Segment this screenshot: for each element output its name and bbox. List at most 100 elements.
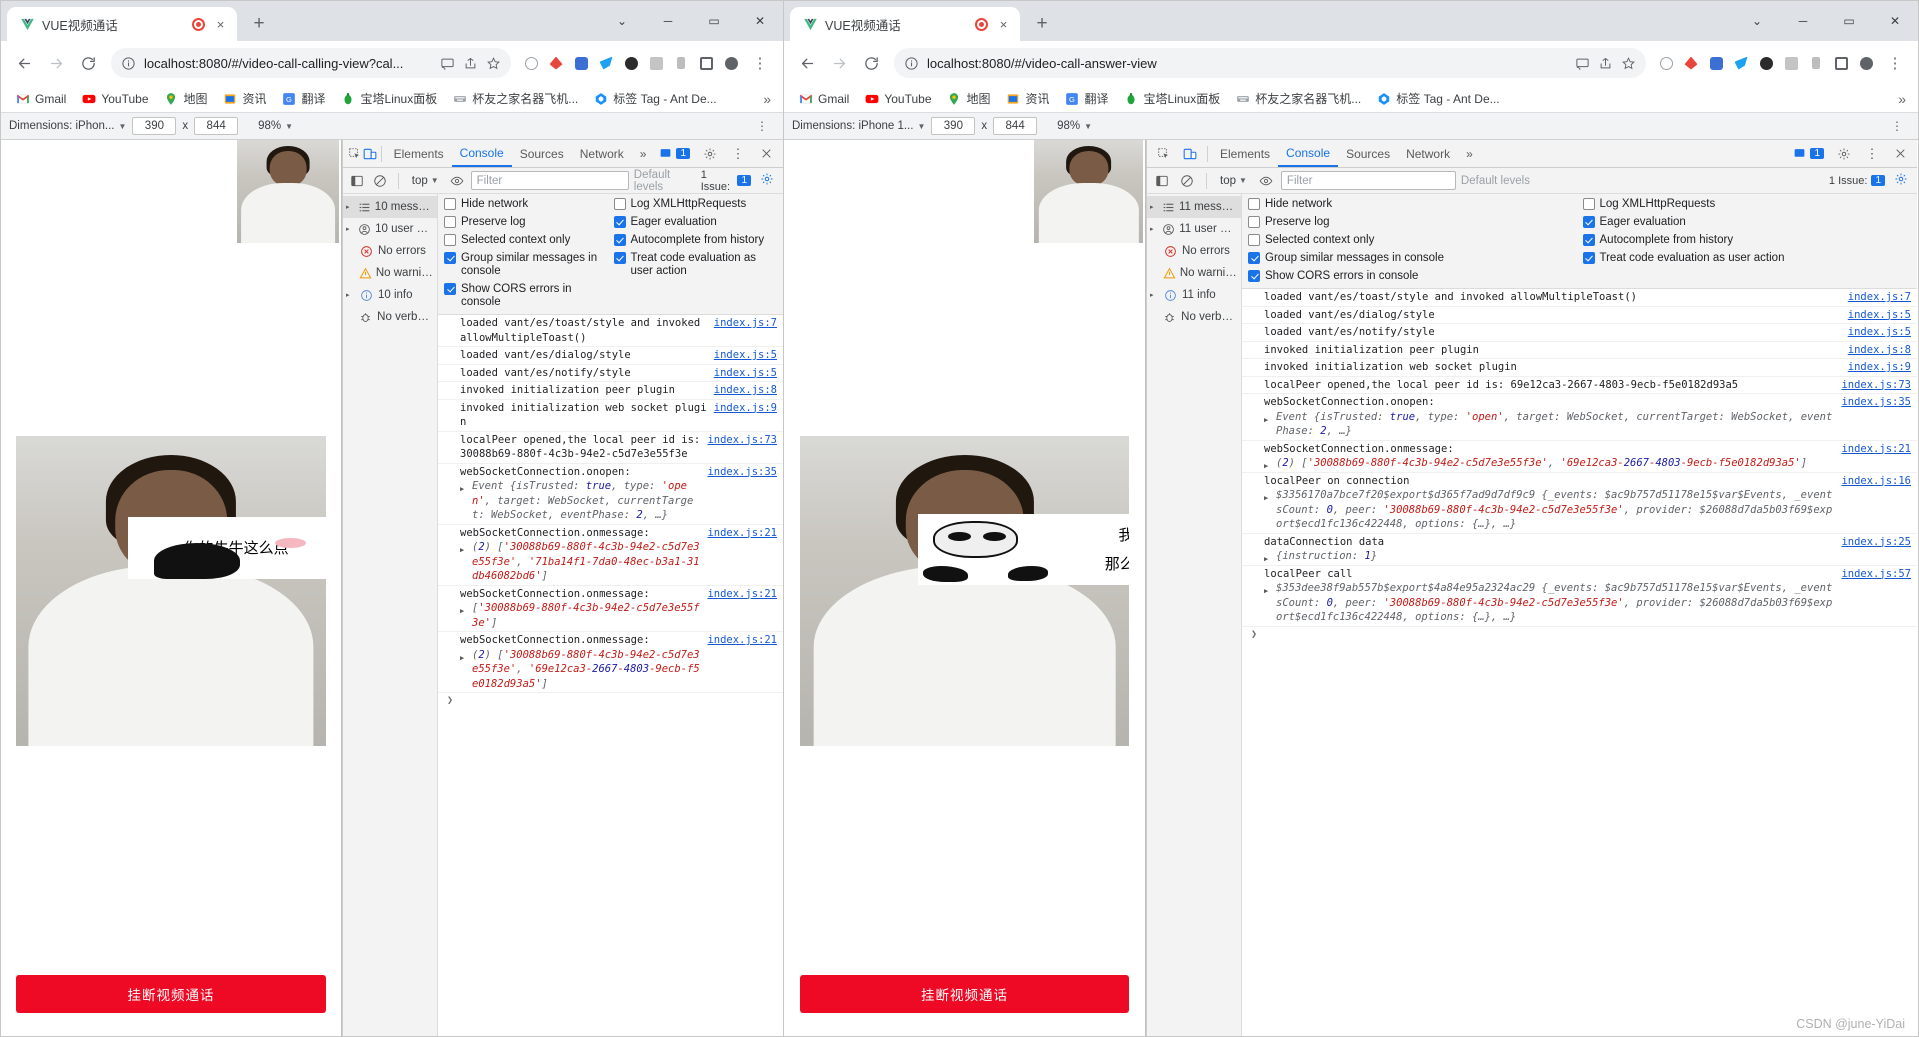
- bookmarks-overflow-button[interactable]: »: [1894, 91, 1910, 107]
- clear-console-icon[interactable]: [371, 171, 389, 191]
- console-setting-row[interactable]: Show CORS errors in console: [1248, 270, 1577, 283]
- chevron-right-icon[interactable]: ▸: [346, 203, 354, 211]
- console-setting-row[interactable]: Hide network: [444, 198, 608, 211]
- console-settings-icon[interactable]: [1890, 172, 1912, 189]
- console-setting-row[interactable]: Show CORS errors in console: [444, 283, 608, 309]
- console-setting-row[interactable]: Autocomplete from history: [1582, 234, 1912, 247]
- hangup-call-button[interactable]: 挂断视频通话: [16, 975, 326, 1013]
- console-log-source-link[interactable]: index.js:9: [1848, 360, 1911, 375]
- checkbox[interactable]: [1248, 252, 1260, 264]
- console-setting-row[interactable]: Log XMLHttpRequests: [1582, 198, 1912, 211]
- device-toolbar-icon[interactable]: [1177, 142, 1203, 166]
- console-filter-input[interactable]: Filter: [1280, 171, 1456, 190]
- checkbox[interactable]: [444, 216, 456, 228]
- console-setting-row[interactable]: Log XMLHttpRequests: [613, 198, 778, 211]
- console-log-entry[interactable]: localPeer opened,the local peer id is: 6…: [1242, 377, 1917, 394]
- issues-chip[interactable]: 1: [1788, 146, 1829, 161]
- console-log-list[interactable]: loaded vant/es/toast/style and invoked a…: [1242, 289, 1917, 1036]
- console-log-source-link[interactable]: index.js:5: [714, 366, 777, 381]
- console-setting-row[interactable]: Treat code evaluation as user action: [1582, 252, 1912, 265]
- checkbox[interactable]: [1248, 216, 1260, 228]
- expand-arrow-icon[interactable]: ▶: [1264, 584, 1268, 599]
- hangup-call-button[interactable]: 挂断视频通话: [800, 975, 1129, 1013]
- close-icon[interactable]: [753, 142, 779, 166]
- console-setting-row[interactable]: Group similar messages in console: [1248, 252, 1577, 265]
- window-close-button[interactable]: ✕: [737, 5, 783, 37]
- console-log-source-link[interactable]: index.js:57: [1841, 567, 1911, 582]
- ext-dark-circle[interactable]: [619, 51, 643, 75]
- ext-gray-box[interactable]: [644, 51, 668, 75]
- ext-panel[interactable]: [1829, 51, 1853, 75]
- checkbox[interactable]: [613, 252, 626, 264]
- console-log-entry[interactable]: invoked initialization web socket plugin…: [1242, 359, 1917, 377]
- device-dimensions-select[interactable]: Dimensions: iPhone 1... ▼: [792, 120, 925, 132]
- issues-chip[interactable]: 1: [654, 146, 695, 161]
- device-toolbar-icon[interactable]: [362, 142, 377, 166]
- console-setting-row[interactable]: Eager evaluation: [613, 216, 778, 229]
- bookmark-item[interactable]: 资讯: [1000, 87, 1056, 110]
- expand-arrow-icon[interactable]: ▶: [460, 482, 464, 497]
- expand-arrow-icon[interactable]: ▶: [460, 651, 464, 666]
- console-sidebar-item[interactable]: No errors: [343, 240, 437, 262]
- console-filter-input[interactable]: Filter: [470, 171, 629, 190]
- console-log-entry[interactable]: invoked initialization peer plugin index.…: [1242, 342, 1917, 359]
- console-setting-row[interactable]: Preserve log: [1248, 216, 1577, 229]
- share-icon[interactable]: [463, 56, 478, 71]
- console-log-entry[interactable]: loaded vant/es/notify/style index.js:5: [438, 365, 783, 382]
- checkbox[interactable]: [1248, 198, 1260, 210]
- bookmark-item[interactable]: 地图: [158, 87, 214, 110]
- console-log-entry[interactable]: localPeer call ▶ $353dee38f9ab557b$export$…: [1242, 566, 1917, 627]
- device-more-button[interactable]: ⋮: [1885, 119, 1910, 133]
- browser-menu-button[interactable]: ⋮: [1880, 48, 1910, 78]
- bookmark-item[interactable]: 标签 Tag - Ant De...: [587, 87, 722, 110]
- bookmark-item[interactable]: Gmail: [9, 88, 72, 109]
- sidebar-toggle-icon[interactable]: [348, 171, 366, 191]
- console-sidebar-item[interactable]: ▸ 10 user me...: [343, 218, 437, 240]
- checkbox[interactable]: [1248, 234, 1260, 246]
- new-tab-button[interactable]: +: [1028, 10, 1056, 38]
- console-sidebar-item[interactable]: No verbose: [343, 306, 437, 328]
- reload-button[interactable]: [73, 48, 103, 78]
- console-setting-row[interactable]: Selected context only: [1248, 234, 1577, 247]
- device-zoom-select[interactable]: 98% ▼: [258, 120, 293, 132]
- console-sidebar-item[interactable]: No verbose: [1147, 306, 1241, 328]
- address-bar[interactable]: localhost:8080/#/video-call-answer-view: [894, 48, 1646, 78]
- ext-blue-bird[interactable]: [594, 51, 618, 75]
- device-dimensions-select[interactable]: Dimensions: iPhon... ▼: [9, 120, 126, 132]
- console-sidebar-item[interactable]: No warnings: [1147, 262, 1241, 284]
- checkbox[interactable]: [444, 198, 456, 210]
- chevron-right-icon[interactable]: ▸: [1150, 291, 1159, 299]
- devtools-tab-elements[interactable]: Elements: [1212, 140, 1278, 167]
- checkbox[interactable]: [613, 198, 626, 210]
- console-log-entry[interactable]: webSocketConnection.onmessage: ▶ ['30088b6…: [438, 586, 783, 632]
- checkbox[interactable]: [1582, 252, 1595, 264]
- console-log-source-link[interactable]: index.js:5: [714, 348, 777, 363]
- inspect-icon[interactable]: [347, 142, 362, 166]
- console-sidebar-item[interactable]: ▸ 10 info: [343, 284, 437, 306]
- bookmark-item[interactable]: 地图: [941, 87, 997, 110]
- bookmarks-overflow-button[interactable]: »: [759, 91, 775, 107]
- cast-icon[interactable]: [1575, 56, 1590, 71]
- console-log-source-link[interactable]: index.js:25: [1841, 535, 1911, 550]
- console-log-entry[interactable]: loaded vant/es/toast/style and invoked a…: [438, 315, 783, 347]
- console-log-entry[interactable]: loaded vant/es/dialog/style index.js:5: [1242, 307, 1917, 324]
- console-log-source-link[interactable]: index.js:35: [1841, 395, 1911, 410]
- device-more-button[interactable]: ⋮: [750, 119, 775, 133]
- console-log-entry[interactable]: webSocketConnection.onmessage: ▶ (2) ['300…: [438, 632, 783, 693]
- ext-avatar[interactable]: [719, 51, 743, 75]
- checkbox[interactable]: [1582, 198, 1595, 210]
- devtools-kebab-button[interactable]: ⋮: [725, 142, 751, 166]
- console-log-entry[interactable]: webSocketConnection.onopen: ▶ Event {isTru…: [1242, 394, 1917, 441]
- window-maximize-button[interactable]: ▭: [691, 5, 737, 37]
- expand-arrow-icon[interactable]: ▶: [1264, 413, 1268, 428]
- ext-gray-bar[interactable]: [669, 51, 693, 75]
- forward-button[interactable]: [824, 48, 854, 78]
- device-zoom-select[interactable]: 98% ▼: [1057, 120, 1092, 132]
- device-height-input[interactable]: 844: [194, 117, 239, 135]
- tab-close-button[interactable]: ×: [995, 16, 1012, 33]
- devtools-tab-console[interactable]: Console: [1278, 140, 1339, 167]
- gear-icon[interactable]: [1831, 142, 1857, 166]
- console-setting-row[interactable]: Selected context only: [444, 234, 608, 247]
- bookmark-item[interactable]: 杯友之家名器飞机...: [446, 87, 584, 110]
- cast-icon[interactable]: [440, 56, 455, 71]
